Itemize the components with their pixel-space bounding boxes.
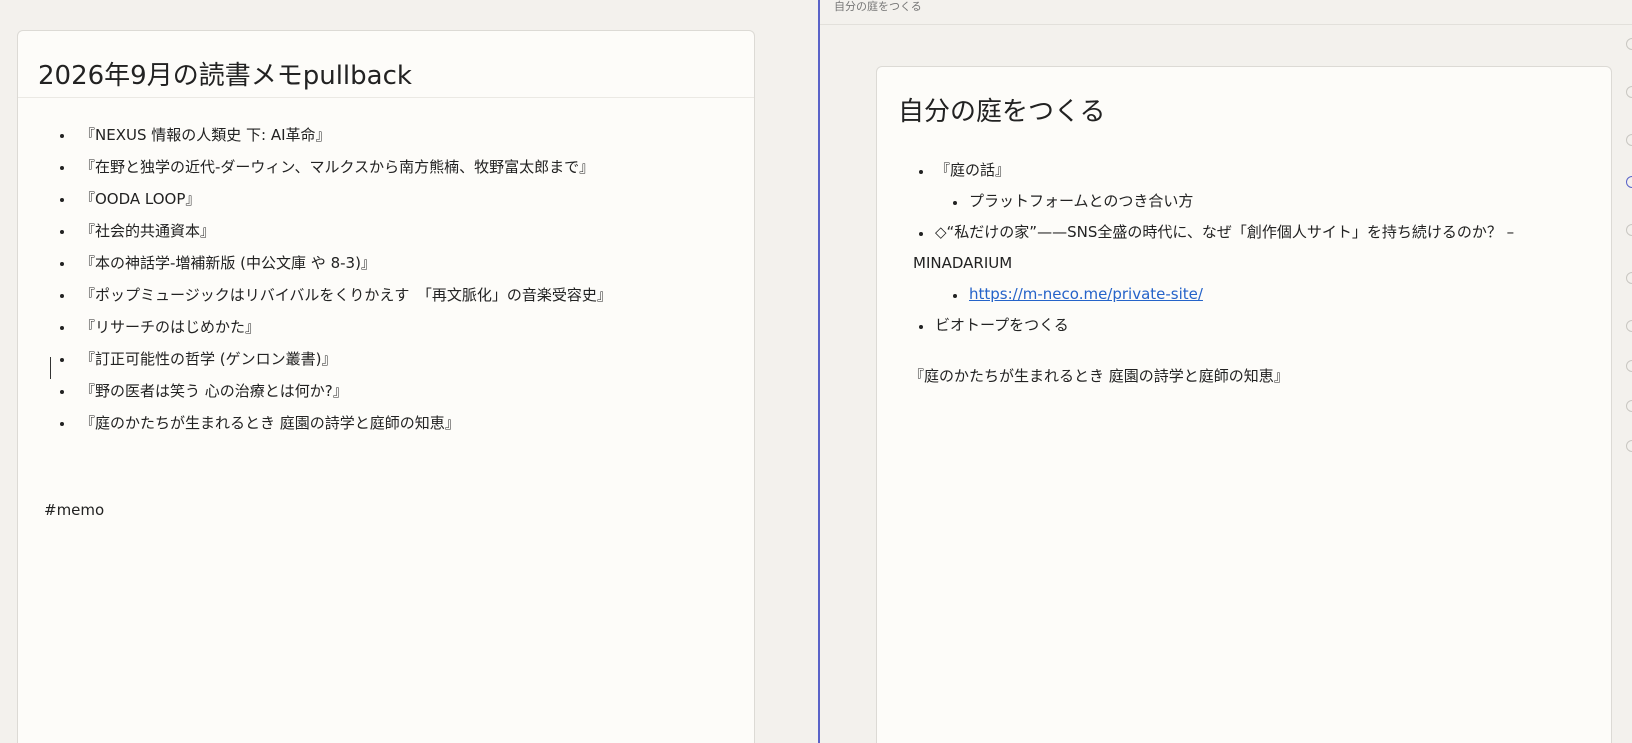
- note-body: 『庭の話』 プラットフォームとのつき合い方 ◇“私だけの家”——SNS全盛の時代…: [913, 155, 1573, 341]
- list-item[interactable]: 『NEXUS 情報の人類史 下: AI革命』: [60, 119, 612, 151]
- radio-dot-icon[interactable]: [1626, 320, 1632, 332]
- list-item-text[interactable]: 『リサーチのはじめかた』: [80, 318, 260, 336]
- list-item[interactable]: 『ポップミュージックはリバイバルをくりかえす 「再文脈化」の音楽受容史』: [60, 279, 612, 311]
- list-item[interactable]: 『社会的共通資本』: [60, 215, 612, 247]
- right-pane-header: 自分の庭をつくる: [820, 0, 1632, 25]
- list-item-continuation: MINADARIUM: [913, 248, 1573, 279]
- list-item-text[interactable]: 『庭の話』: [935, 161, 1010, 179]
- list-item-text[interactable]: 『NEXUS 情報の人類史 下: AI革命』: [80, 126, 331, 144]
- list-item[interactable]: 『訂正可能性の哲学 (ゲンロン叢書)』: [60, 343, 612, 375]
- memo-tag[interactable]: #memo: [44, 501, 104, 519]
- bullet-icon: [919, 232, 923, 236]
- radio-dot-icon[interactable]: [1626, 360, 1632, 372]
- text-cursor: [50, 357, 51, 379]
- radio-dot-icon[interactable]: [1626, 134, 1632, 146]
- list-item-text[interactable]: 『野の医者は笑う 心の治療とは何か?』: [80, 382, 348, 400]
- bullet-icon: [60, 262, 64, 266]
- radio-dot-icon[interactable]: [1626, 38, 1632, 50]
- list-item-text[interactable]: ◇“私だけの家”——SNS全盛の時代に、なぜ「創作個人サイト」を持ち続けるのか？…: [935, 223, 1514, 241]
- bullet-icon: [919, 170, 923, 174]
- radio-dot-icon[interactable]: [1626, 440, 1632, 452]
- list-item-text[interactable]: 『OODA LOOP』: [80, 190, 200, 208]
- list-item-text[interactable]: ビオトープをつくる: [935, 316, 1069, 334]
- title-divider: [18, 97, 754, 98]
- bullet-icon: [60, 390, 64, 394]
- bullet-icon: [60, 358, 64, 362]
- bullet-icon: [60, 166, 64, 170]
- note-title[interactable]: 2026年9月の読書メモpullback: [38, 55, 412, 92]
- right-pane: 自分の庭をつくる 自分の庭をつくる 『庭の話』 プラットフォームとのつき合い方 …: [820, 0, 1632, 743]
- radio-dot-icon[interactable]: [1626, 224, 1632, 236]
- list-item-text[interactable]: 『社会的共通資本』: [80, 222, 215, 240]
- list-item-text[interactable]: 『ポップミュージックはリバイバルをくりかえす 「再文脈化」の音楽受容史』: [80, 286, 612, 304]
- bullet-icon: [60, 294, 64, 298]
- sub-list-item[interactable]: https://m-neco.me/private-site/: [913, 279, 1573, 310]
- edge-indicators: [1622, 30, 1632, 470]
- paragraph-text[interactable]: 『庭のかたちが生まれるとき 庭園の詩学と庭師の知恵』: [909, 365, 1289, 386]
- list-item[interactable]: 『庭のかたちが生まれるとき 庭園の詩学と庭師の知恵』: [60, 407, 612, 439]
- list-item[interactable]: ◇“私だけの家”——SNS全盛の時代に、なぜ「創作個人サイト」を持ち続けるのか？…: [913, 217, 1573, 248]
- radio-dot-icon[interactable]: [1626, 272, 1632, 284]
- list-item[interactable]: 『野の医者は笑う 心の治療とは何か?』: [60, 375, 612, 407]
- list-item-text[interactable]: プラットフォームとのつき合い方: [969, 192, 1193, 210]
- sub-list-item[interactable]: プラットフォームとのつき合い方: [913, 186, 1573, 217]
- left-pane: 2026年9月の読書メモpullback 『NEXUS 情報の人類史 下: AI…: [0, 0, 818, 743]
- bullet-icon: [60, 230, 64, 234]
- list-item[interactable]: 『庭の話』: [913, 155, 1573, 186]
- external-link[interactable]: https://m-neco.me/private-site/: [969, 285, 1203, 303]
- list-item-text[interactable]: 『在野と独学の近代-ダーウィン、マルクスから南方熊楠、牧野富太郎まで』: [80, 158, 594, 176]
- bullet-icon: [60, 326, 64, 330]
- list-item-text[interactable]: MINADARIUM: [913, 254, 1012, 272]
- right-note-card[interactable]: 自分の庭をつくる 『庭の話』 プラットフォームとのつき合い方 ◇“私だけの家”—…: [876, 66, 1612, 743]
- list-item[interactable]: 『リサーチのはじめかた』: [60, 311, 612, 343]
- left-note-card[interactable]: 2026年9月の読書メモpullback 『NEXUS 情報の人類史 下: AI…: [17, 30, 755, 743]
- reading-list: 『NEXUS 情報の人類史 下: AI革命』 『在野と独学の近代-ダーウィン、マ…: [60, 119, 612, 439]
- app-window: 2026年9月の読書メモpullback 『NEXUS 情報の人類史 下: AI…: [0, 0, 1632, 743]
- list-item-text[interactable]: 『庭のかたちが生まれるとき 庭園の詩学と庭師の知恵』: [80, 414, 460, 432]
- radio-dot-icon[interactable]: [1626, 400, 1632, 412]
- list-item-text[interactable]: 『本の神話学-増補新版 (中公文庫 や 8-3)』: [80, 254, 376, 272]
- right-pane-header-title[interactable]: 自分の庭をつくる: [834, 0, 922, 14]
- bullet-icon: [953, 201, 957, 205]
- bullet-icon: [919, 325, 923, 329]
- list-item[interactable]: ビオトープをつくる: [913, 310, 1573, 341]
- bullet-icon: [60, 198, 64, 202]
- bullet-icon: [60, 134, 64, 138]
- bullet-icon: [953, 294, 957, 298]
- note-title[interactable]: 自分の庭をつくる: [898, 91, 1105, 128]
- radio-dot-icon[interactable]: [1626, 86, 1632, 98]
- radio-dot-icon[interactable]: [1626, 176, 1632, 188]
- bullet-icon: [60, 422, 64, 426]
- list-item[interactable]: 『在野と独学の近代-ダーウィン、マルクスから南方熊楠、牧野富太郎まで』: [60, 151, 612, 183]
- list-item-text[interactable]: 『訂正可能性の哲学 (ゲンロン叢書)』: [80, 350, 336, 368]
- list-item[interactable]: 『OODA LOOP』: [60, 183, 612, 215]
- list-item[interactable]: 『本の神話学-増補新版 (中公文庫 や 8-3)』: [60, 247, 612, 279]
